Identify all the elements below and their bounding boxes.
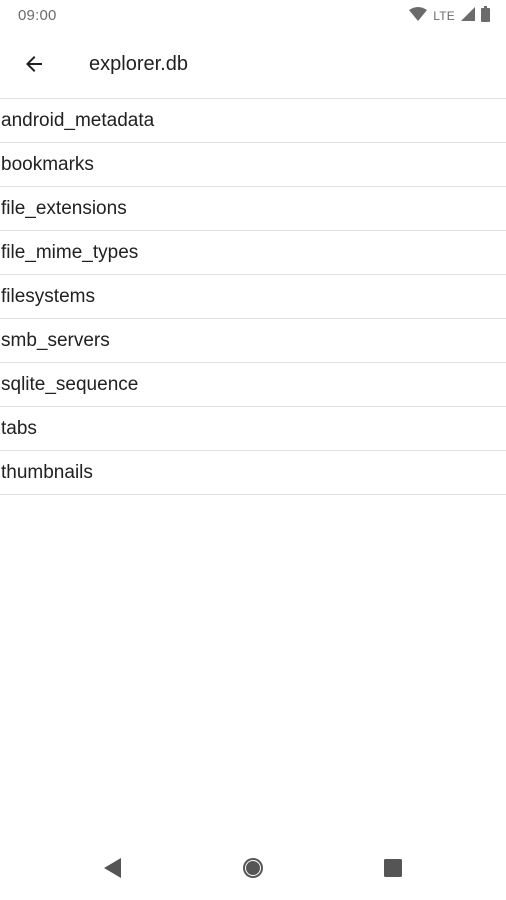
table-row[interactable]: bookmarks bbox=[0, 143, 506, 187]
nav-back-icon bbox=[102, 857, 122, 884]
network-type-label: LTE bbox=[433, 9, 455, 23]
table-row[interactable]: file_extensions bbox=[0, 187, 506, 231]
table-name: file_mime_types bbox=[1, 241, 139, 263]
table-row[interactable]: filesystems bbox=[0, 275, 506, 319]
table-row[interactable]: sqlite_sequence bbox=[0, 363, 506, 407]
table-name: thumbnails bbox=[1, 461, 93, 483]
status-time: 09:00 bbox=[18, 7, 57, 24]
system-nav-bar bbox=[0, 840, 506, 900]
nav-back-button[interactable] bbox=[92, 850, 132, 890]
nav-home-icon bbox=[241, 856, 265, 885]
status-bar: 09:00 LTE bbox=[0, 0, 506, 32]
table-name: file_extensions bbox=[1, 197, 127, 219]
table-name: filesystems bbox=[1, 285, 95, 307]
table-name: bookmarks bbox=[1, 153, 94, 175]
nav-home-button[interactable] bbox=[233, 850, 273, 890]
table-row[interactable]: smb_servers bbox=[0, 319, 506, 363]
table-row[interactable]: thumbnails bbox=[0, 451, 506, 495]
battery-icon bbox=[481, 5, 490, 27]
table-row[interactable]: file_mime_types bbox=[0, 231, 506, 275]
app-bar: explorer.db bbox=[0, 32, 506, 98]
table-name: android_metadata bbox=[1, 109, 155, 131]
page-title: explorer.db bbox=[89, 53, 188, 75]
status-icons: LTE bbox=[409, 5, 490, 27]
cell-signal-icon bbox=[461, 6, 475, 26]
table-row[interactable]: tabs bbox=[0, 407, 506, 451]
back-button[interactable] bbox=[10, 42, 58, 90]
table-row[interactable]: android_metadata bbox=[0, 99, 506, 143]
nav-recents-icon bbox=[383, 858, 403, 883]
table-name: tabs bbox=[1, 417, 37, 439]
table-list: android_metadata bookmarks file_extensio… bbox=[0, 98, 506, 495]
arrow-back-icon bbox=[22, 52, 46, 81]
wifi-icon bbox=[409, 6, 428, 26]
table-name: smb_servers bbox=[1, 329, 110, 351]
table-name: sqlite_sequence bbox=[1, 373, 139, 395]
nav-recents-button[interactable] bbox=[373, 850, 413, 890]
